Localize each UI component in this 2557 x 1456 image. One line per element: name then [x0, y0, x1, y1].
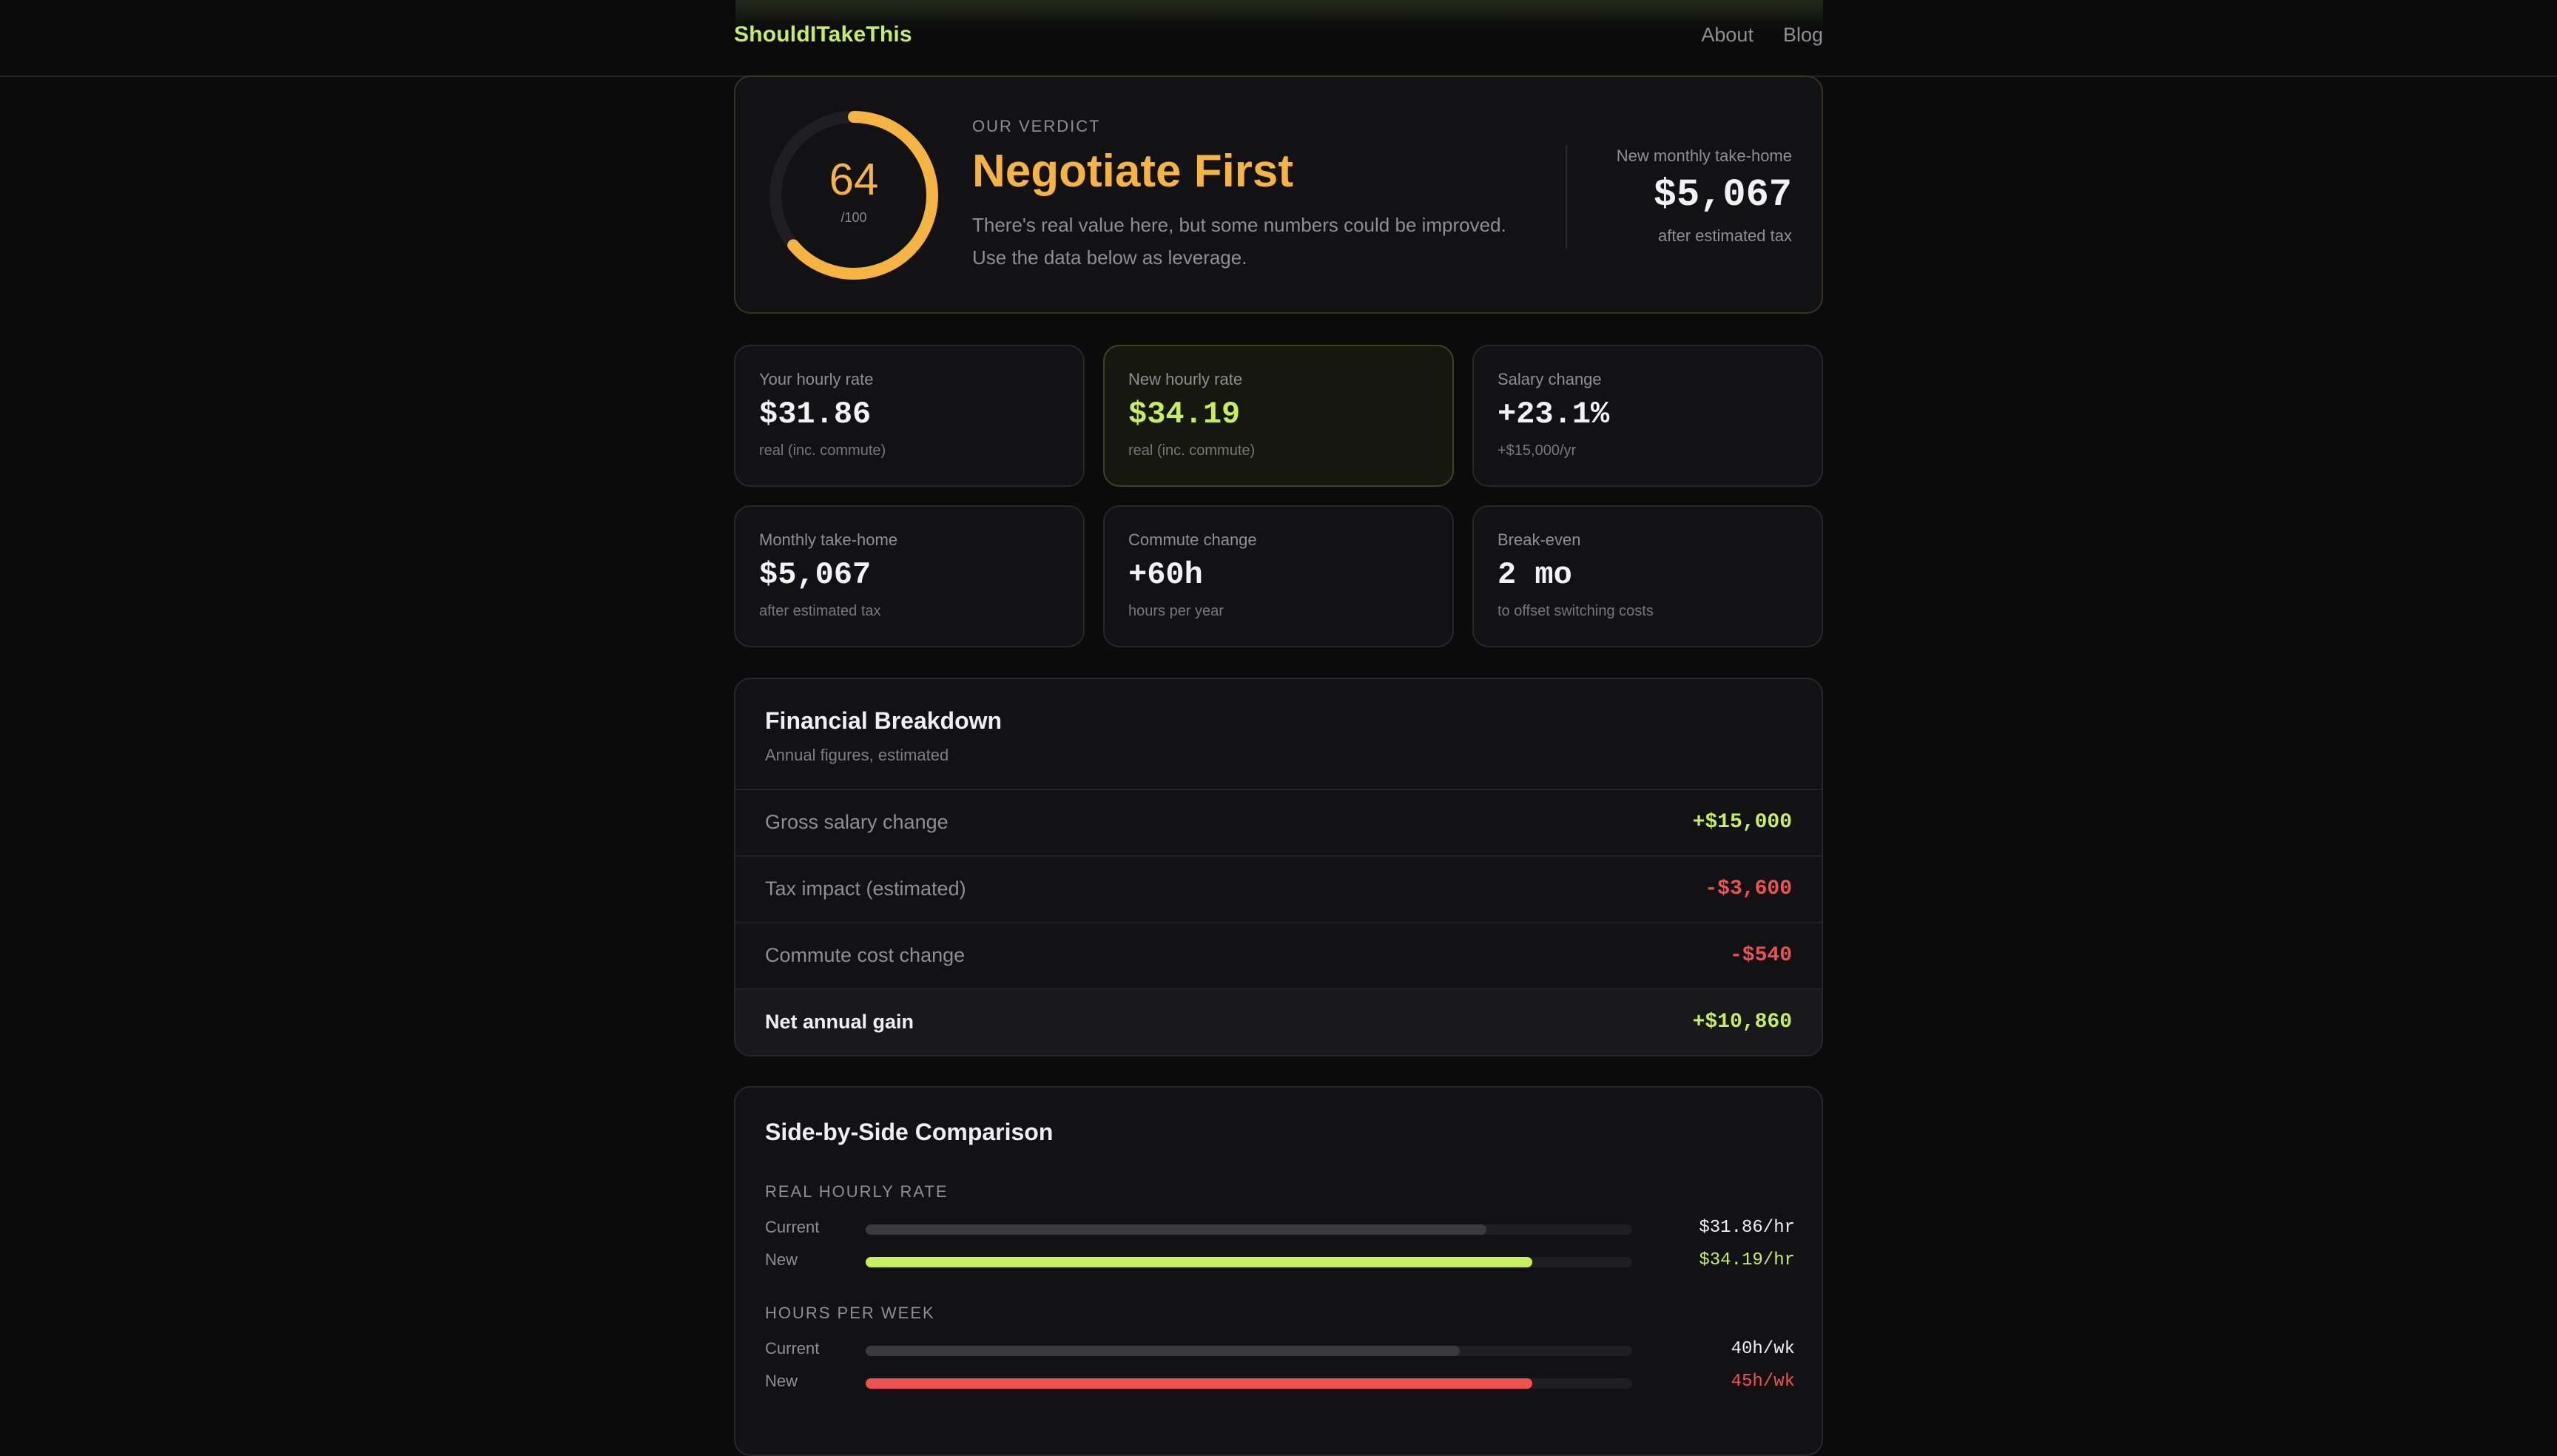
stat-sub: +$15,000/yr	[1498, 442, 1577, 459]
bar-fill	[866, 1378, 1533, 1389]
comparison-row: New $34.19/hr	[765, 1250, 1795, 1273]
stat-card-new-hourly-rate: New hourly rate $34.19 real (inc. commut…	[1103, 345, 1454, 487]
breakdown-label: Commute cost change	[765, 944, 966, 966]
stat-card-commute-change: Commute change +60h hours per year	[1103, 505, 1454, 647]
score-max: /100	[840, 210, 867, 225]
breakdown-rows: Gross salary change +$15,000 Tax impact …	[735, 789, 1822, 1055]
breakdown-row-tax-impact: Tax impact (estimated) -$3,600	[735, 855, 1822, 922]
bar-fill	[866, 1224, 1487, 1235]
comparison-row-value: $34.19/hr	[1699, 1250, 1795, 1270]
comparison-row: Current 40h/wk	[765, 1339, 1795, 1361]
stat-label: Monthly take-home	[759, 530, 898, 549]
stat-sub: real (inc. commute)	[759, 442, 886, 459]
stat-value: +23.1%	[1498, 397, 1610, 432]
nav-links: About Blog	[1701, 24, 1823, 47]
stat-label: Commute change	[1128, 530, 1257, 549]
stat-card-break-even: Break-even 2 mo to offset switching cost…	[1472, 505, 1823, 647]
breakdown-label: Tax impact (estimated)	[765, 877, 966, 900]
stat-sub: after estimated tax	[759, 603, 881, 619]
breakdown-subtitle: Annual figures, estimated	[765, 746, 949, 764]
stat-label: Break-even	[1498, 530, 1581, 549]
bar-track	[866, 1346, 1632, 1356]
comparison-row-label: Current	[765, 1218, 820, 1236]
stat-sub: real (inc. commute)	[1128, 442, 1256, 459]
verdict-label: OUR VERDICT	[972, 117, 1101, 135]
stat-card-your-hourly-rate: Your hourly rate $31.86 real (inc. commu…	[734, 345, 1085, 487]
breakdown-row-gross-salary: Gross salary change +$15,000	[735, 789, 1822, 855]
comparison-title: Side-by-Side Comparison	[765, 1119, 1054, 1145]
verdict-description: There's real value here, but some number…	[972, 214, 1506, 269]
breakdown-value: +$15,000	[1692, 811, 1792, 834]
comparison-row-value: 40h/wk	[1731, 1339, 1795, 1359]
nav-link-about[interactable]: About	[1701, 24, 1753, 47]
divider	[1566, 145, 1567, 249]
stat-value: $31.86	[759, 397, 872, 432]
bar-track	[866, 1257, 1632, 1267]
stat-value: 2 mo	[1498, 557, 1572, 593]
bar-track	[866, 1224, 1632, 1235]
take-home-sub: after estimated tax	[1658, 226, 1792, 245]
nav-link-blog[interactable]: Blog	[1783, 24, 1823, 47]
breakdown-label: Net annual gain	[765, 1011, 914, 1033]
comparison-row-label: New	[765, 1250, 798, 1269]
breakdown-title: Financial Breakdown	[765, 707, 1003, 734]
comparison-row-value: $31.86/hr	[1699, 1218, 1795, 1238]
take-home-value: $5,067	[1653, 173, 1792, 217]
breakdown-label: Gross salary change	[765, 811, 949, 833]
bar-track	[866, 1378, 1632, 1389]
logo[interactable]: ShouldITakeThis	[734, 22, 912, 47]
bar-fill	[866, 1257, 1533, 1267]
stat-label: New hourly rate	[1128, 370, 1243, 388]
verdict-card: 64 /100 OUR VERDICT Negotiate First Ther…	[734, 75, 1823, 314]
comparison-row-label: Current	[765, 1339, 820, 1358]
score-value: 64	[829, 155, 879, 204]
breakdown-value: -$3,600	[1705, 877, 1792, 900]
comparison-row-label: New	[765, 1372, 798, 1390]
financial-breakdown-card: Financial Breakdown Annual figures, esti…	[734, 678, 1823, 1056]
take-home-label: New monthly take-home	[1616, 146, 1792, 165]
breakdown-row-net-gain: Net annual gain +$10,860	[735, 988, 1822, 1055]
breakdown-value: +$10,860	[1692, 1011, 1792, 1034]
stat-sub: to offset switching costs	[1498, 603, 1654, 619]
stat-card-monthly-take-home: Monthly take-home $5,067 after estimated…	[734, 505, 1085, 647]
comparison-row: New 45h/wk	[765, 1372, 1795, 1394]
comparison-row: Current $31.86/hr	[765, 1218, 1795, 1240]
breakdown-value: -$540	[1729, 944, 1792, 967]
stat-value: $34.19	[1128, 397, 1241, 432]
comparison-card: Side-by-Side Comparison REAL HOURLY RATE…	[734, 1086, 1823, 1456]
top-nav: ShouldITakeThis About Blog	[0, 0, 2557, 77]
stat-label: Salary change	[1498, 370, 1602, 388]
comparison-group-label: HOURS PER WEEK	[765, 1304, 935, 1322]
stat-sub: hours per year	[1128, 603, 1224, 619]
comparison-row-value: 45h/wk	[1731, 1372, 1795, 1392]
bar-fill	[866, 1346, 1460, 1356]
stat-value: +60h	[1128, 557, 1203, 593]
comparison-group-label: REAL HOURLY RATE	[765, 1182, 949, 1201]
stat-value: $5,067	[759, 557, 872, 593]
breakdown-row-commute-cost: Commute cost change -$540	[735, 922, 1822, 988]
verdict-title: Negotiate First	[972, 146, 1294, 197]
stat-label: Your hourly rate	[759, 370, 874, 388]
stat-card-salary-change: Salary change +23.1% +$15,000/yr	[1472, 345, 1823, 487]
